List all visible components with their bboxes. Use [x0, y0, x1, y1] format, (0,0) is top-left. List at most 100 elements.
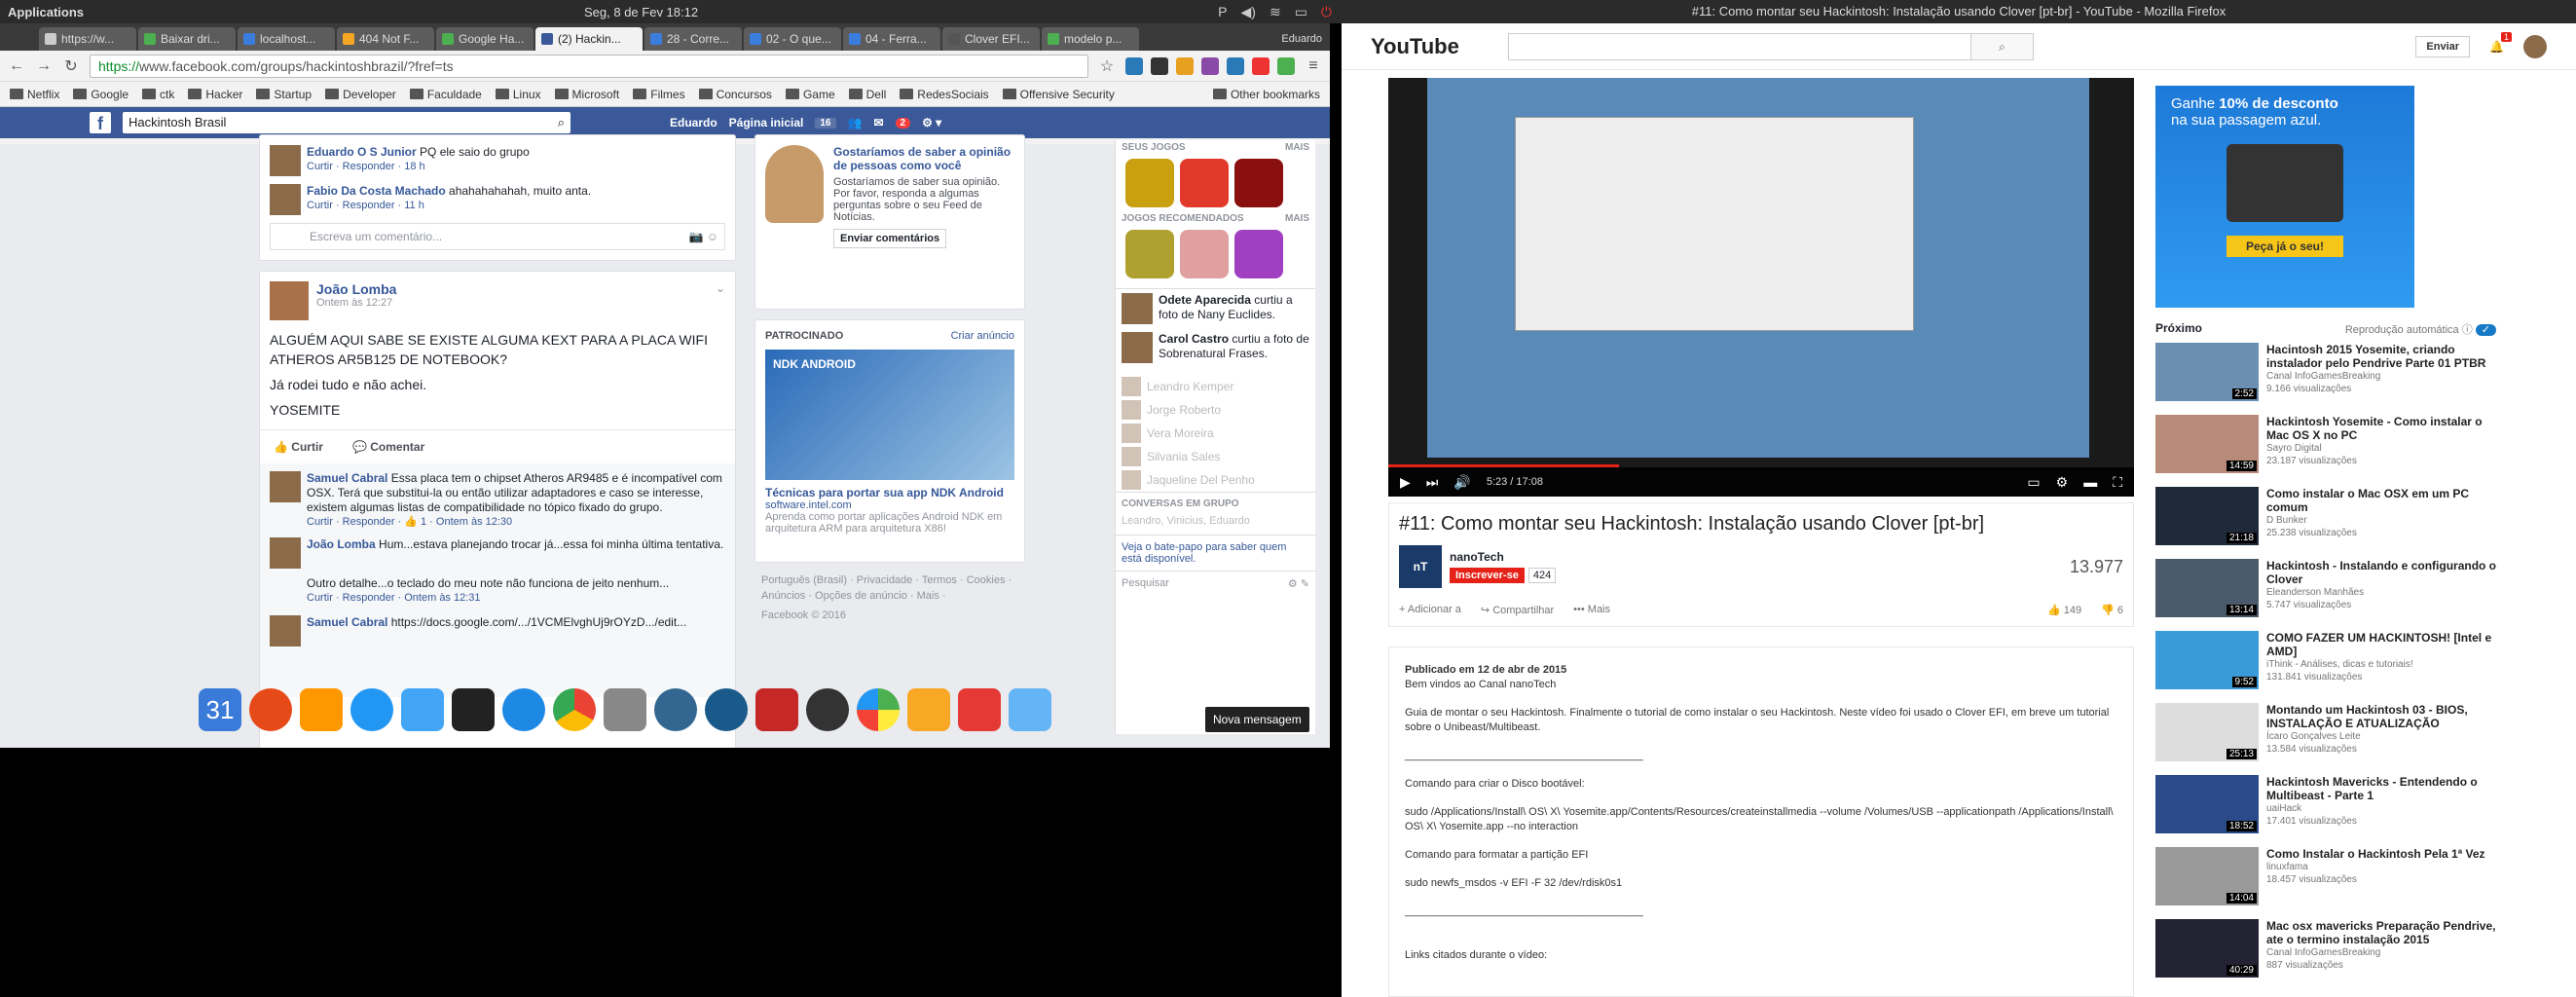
eclipse-icon[interactable] — [705, 688, 748, 731]
channel-name[interactable]: uaiHack — [2266, 802, 2502, 815]
ad-title[interactable]: Técnicas para portar sua app NDK Android — [765, 486, 1014, 499]
game-icon[interactable] — [1234, 159, 1283, 207]
bell-icon[interactable]: 🔔 1 — [2489, 31, 2512, 54]
comment-author[interactable]: Fabio Da Costa Machado — [307, 184, 446, 198]
browser-tab[interactable]: 404 Not F... — [337, 27, 434, 51]
bookmark-item[interactable]: Netflix — [10, 88, 59, 101]
forward-icon[interactable]: → — [35, 57, 53, 75]
sidebar-ad[interactable]: Ganhe 10% de desconto na sua passagem az… — [2155, 86, 2414, 308]
game-icon[interactable] — [1180, 230, 1229, 278]
browser-tab[interactable]: localhost... — [238, 27, 335, 51]
search-icon[interactable]: ⌕ — [558, 115, 565, 130]
extension-icon[interactable] — [1176, 56, 1194, 75]
avatar[interactable] — [270, 145, 301, 176]
video-title[interactable]: Hackintosh - Instalando e configurando o… — [2266, 559, 2502, 586]
recommended-video[interactable]: 14:59 Hackintosh Yosemite - Como instalar… — [2155, 415, 2502, 485]
bookmark-item[interactable]: Startup — [256, 88, 312, 101]
chat-contact[interactable]: Vera Moreira — [1122, 422, 1309, 445]
bookmark-item[interactable]: Google — [73, 88, 129, 101]
send-feedback-button[interactable]: Enviar comentários — [833, 229, 947, 248]
video-title[interactable]: COMO FAZER UM HACKINTOSH! [Intel e AMD] — [2266, 631, 2502, 658]
wifi-icon[interactable]: ≋ — [1270, 4, 1281, 20]
comment-actions[interactable]: Curtir · Responder · 11 h — [307, 199, 591, 213]
fullscreen-icon[interactable]: ⛶ — [2113, 474, 2122, 491]
games-icon[interactable] — [907, 688, 950, 731]
avatar[interactable] — [270, 615, 301, 646]
browser-tab[interactable]: (2) Hackin... — [535, 27, 643, 51]
game-icon[interactable] — [1234, 230, 1283, 278]
firefox-icon[interactable] — [502, 688, 545, 731]
home-link[interactable]: Página inicial — [729, 116, 804, 129]
messages-icon[interactable]: ✉ — [873, 116, 883, 129]
video-title[interactable]: Como Instalar o Hackintosh Pela 1ª Vez — [2266, 847, 2485, 861]
bookmark-item[interactable]: Concursos — [698, 88, 772, 101]
browser-tab[interactable]: Clover EFI... — [942, 27, 1040, 51]
applications-menu[interactable]: Applications — [0, 5, 584, 19]
comment-actions[interactable]: Curtir · Responder · Ontem às 12:31 — [307, 591, 669, 606]
bookmark-item[interactable]: Offensive Security — [1002, 88, 1115, 101]
comment-actions[interactable]: Curtir · Responder · 👍 1 · Ontem às 12:3… — [307, 515, 725, 530]
recommended-video[interactable]: 2:52 Hacintosh 2015 Yosemite, criando ins… — [2155, 343, 2502, 413]
recommended-video[interactable]: 40:29 Mac osx mavericks Preparação Pendri… — [2155, 919, 2502, 989]
battery-icon[interactable]: ▭ — [1295, 4, 1307, 20]
ticker-item[interactable]: Carol Castro curtiu a foto de Sobrenatur… — [1122, 332, 1309, 363]
settings-icon[interactable]: ⚙ ✎ — [1288, 577, 1309, 590]
extension-icon[interactable] — [1277, 56, 1295, 75]
back-icon[interactable]: ← — [8, 57, 25, 75]
more-link[interactable]: MAIS — [1285, 213, 1309, 224]
pidgin-icon[interactable]: P — [1218, 4, 1227, 20]
next-icon[interactable]: ⏭ — [1426, 474, 1439, 491]
browser-tab[interactable]: 04 - Ferra... — [843, 27, 940, 51]
channel-name[interactable]: Eleanderson Manhães — [2266, 586, 2502, 599]
browser-tab[interactable]: Baixar dri... — [138, 27, 236, 51]
postgres-icon[interactable] — [654, 688, 697, 731]
channel-name[interactable]: nanoTech — [1450, 550, 1556, 564]
youtube-logo[interactable]: YouTube — [1371, 34, 1459, 59]
subscribe-button[interactable]: Inscrever-se — [1450, 568, 1525, 583]
bookmark-item[interactable]: ctk — [142, 88, 174, 101]
clock[interactable]: Seg, 8 de Fev 18:12 — [584, 5, 1218, 19]
create-ad-link[interactable]: Criar anúncio — [951, 330, 1014, 342]
comment-author[interactable]: Samuel Cabral — [307, 471, 387, 485]
chrome-user[interactable]: Eduardo — [1273, 33, 1330, 51]
bookmark-item[interactable]: Developer — [325, 88, 396, 101]
filezilla-icon[interactable] — [755, 688, 798, 731]
comment-input[interactable]: Escreva um comentário... 📷 ☺ — [270, 223, 725, 250]
avatar[interactable] — [270, 281, 309, 320]
game-icon[interactable] — [1180, 159, 1229, 207]
ticker-item[interactable]: Odete Aparecida curtiu a foto de Nany Eu… — [1122, 293, 1309, 324]
video-thumbnail[interactable]: 25:13 — [2155, 703, 2259, 761]
bookmark-item[interactable]: Microsoft — [554, 88, 619, 101]
game-icon[interactable] — [1125, 159, 1174, 207]
youtube-search[interactable]: ⌕ — [1507, 32, 2034, 60]
autoplay-toggle[interactable]: Reprodução automática ⓘ ✓ — [2345, 321, 2496, 337]
browser-tab[interactable]: Google Ha... — [436, 27, 534, 51]
video-thumbnail[interactable]: 21:18 — [2155, 487, 2259, 545]
star-icon[interactable]: ☆ — [1098, 56, 1116, 76]
bookmark-item[interactable]: Faculdade — [409, 88, 482, 101]
firefox-icon[interactable] — [249, 688, 292, 731]
avatar[interactable] — [270, 537, 301, 569]
extension-icon[interactable] — [1252, 56, 1270, 75]
ad-cta[interactable]: Peça já o seu! — [2226, 236, 2343, 257]
profile-link[interactable]: Eduardo — [670, 116, 718, 129]
bookmark-item[interactable]: RedesSociais — [900, 88, 989, 101]
recommended-video[interactable]: 14:04 Como Instalar o Hackintosh Pela 1ª … — [2155, 847, 2502, 917]
theater-icon[interactable]: ▬ — [2083, 474, 2097, 490]
video-thumbnail[interactable]: 9:52 — [2155, 631, 2259, 689]
channel-name[interactable]: Canal InfoGamesBreaking — [2266, 946, 2502, 959]
browser-tab[interactable]: modelo p... — [1042, 27, 1139, 51]
channel-name[interactable]: Sayro Digital — [2266, 442, 2502, 455]
video-thumbnail[interactable]: 14:04 — [2155, 847, 2259, 905]
recommended-video[interactable]: 13:14 Hackintosh - Instalando e configura… — [2155, 559, 2502, 629]
post-time[interactable]: Ontem às 12:27 — [316, 297, 396, 309]
ad-domain[interactable]: software.intel.com — [765, 499, 1014, 511]
gear-icon[interactable]: ⚙ — [2056, 474, 2069, 491]
bookmark-item[interactable]: Game — [785, 88, 835, 101]
group-convo[interactable]: Leandro, Vinicius, Eduardo — [1116, 515, 1315, 535]
camera-icon[interactable]: 📷 ☺ — [688, 230, 718, 243]
video-title[interactable]: Como instalar o Mac OSX em um PC comum — [2266, 487, 2502, 514]
facebook-logo[interactable]: f — [90, 112, 111, 133]
recommended-video[interactable]: 9:52 COMO FAZER UM HACKINTOSH! [Intel e A… — [2155, 631, 2502, 701]
terminal-icon[interactable] — [452, 688, 495, 731]
